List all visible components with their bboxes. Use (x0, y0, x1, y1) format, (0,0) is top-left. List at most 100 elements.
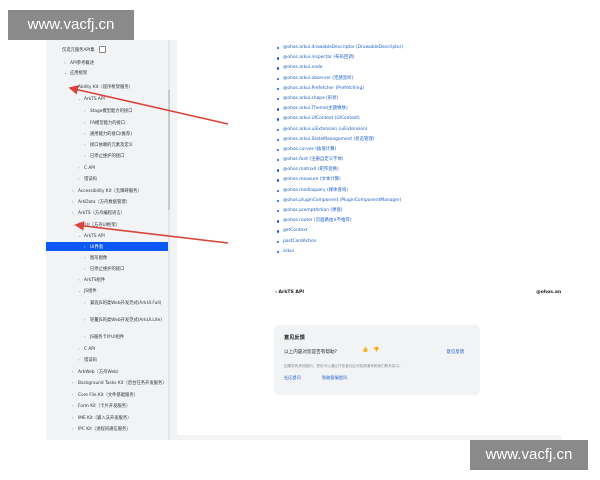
sidebar-item[interactable]: › 图形图像 (84, 253, 107, 262)
sidebar-item[interactable]: › ArkTS（方舟编程语言） (72, 208, 125, 217)
sidebar-item-label: JS组件 (84, 289, 97, 294)
sidebar-item[interactable]: › Stage模型能力的接口 (84, 106, 133, 115)
bullet-icon (277, 189, 280, 193)
sidebar-item-label: 已停止维护的接口 (90, 267, 125, 272)
api-link[interactable]: @ohos.curves (插值计算) (277, 145, 403, 155)
bullet-icon (277, 118, 280, 121)
thumbs-up-icon[interactable]: 👍 (362, 347, 368, 353)
api-link-label: @ohos.arkui.Theme(主题换肤) (283, 106, 348, 112)
api-link[interactable]: @ohos.arkui.observer (无感监听) (277, 74, 403, 84)
sidebar-item[interactable]: › 轻量JS的类Web开发范式(ArkUI.Lite) (84, 315, 162, 324)
page-nav: ‹ ArkTS API @ohos.anir (275, 288, 561, 298)
bullet-icon (277, 67, 280, 70)
sidebar-item[interactable]: ⌄ ArkTS API (78, 231, 105, 240)
sidebar-item[interactable]: › UI界面 (46, 242, 168, 251)
api-link-label: arkui (283, 248, 294, 254)
api-link[interactable]: @ohos.arkui.uiExtension (uiExtension) (277, 125, 403, 135)
sidebar-item[interactable]: › FA模型能力的接口 (84, 118, 125, 127)
sidebar-item[interactable]: › 接口依赖的元素及定义 (84, 140, 133, 149)
sidebar-item-label: 轻量JS的类Web开发范式(ArkUI.Lite) (90, 318, 162, 323)
sidebar-item[interactable]: › ArkWeb（方舟Web） (72, 367, 121, 376)
api-link-label: @ohos.arkui.observer (无感监听) (283, 75, 354, 81)
bullet-icon (277, 220, 280, 223)
doc-sidebar: 仅选元服务API集 › API参考概述 ⌄ 应用框架 ⌄ Ability Kit（程序框架… (46, 40, 171, 440)
sidebar-item[interactable]: › Core File Kit（文件基础服务） (72, 390, 138, 399)
sidebar-item-label: ArkUI（方舟UI框架） (78, 223, 120, 228)
sidebar-item-label: Background Tasks Kit（后台任务开发服务） (78, 381, 167, 386)
sidebar-item[interactable]: › 已停止维护的接口 (84, 264, 124, 273)
api-link-label: @ohos.arkui.inspector (布局回调) (283, 55, 355, 61)
sidebar-item[interactable]: ⌄ JS组件 (78, 286, 97, 295)
api-link[interactable]: @ohos.promptAction (弹窗) (277, 206, 403, 216)
sidebar-item[interactable]: ⌄ ArkTS API (78, 94, 105, 103)
api-link[interactable]: getContext (277, 226, 403, 236)
bullet-icon (277, 169, 280, 172)
prev-page-link[interactable]: ‹ ArkTS API (275, 288, 304, 298)
sidebar-item[interactable]: › IPC Kit（进程间通信服务） (72, 424, 131, 433)
sidebar-item[interactable]: ⌄ Ability Kit（程序框架服务） (72, 82, 133, 91)
sidebar-item-label: 接口依赖的元素及定义 (90, 143, 133, 148)
api-link[interactable]: @ohos.arkui.node (277, 63, 403, 73)
docs-screenshot: 仅选元服务API集 › API参考概述 ⌄ 应用框架 ⌄ Ability Kit（程序框架… (46, 40, 561, 440)
sidebar-item-label: 应用框架 (70, 71, 88, 76)
api-link[interactable]: @ohos.arkui.Prefetcher (Prefetching) (277, 84, 403, 94)
sidebar-scrollbar[interactable] (168, 40, 170, 440)
community-question-link[interactable]: 社区提问 (284, 375, 301, 381)
api-link[interactable]: @ohos.arkui.shape (形状) (277, 94, 403, 104)
sidebar-item-label: IME Kit（输入法开发服务） (78, 416, 132, 421)
sidebar-item[interactable]: › ArkTS组件 (78, 275, 105, 284)
sidebar-item[interactable]: ⌄ 应用框架 (64, 68, 87, 77)
api-link[interactable]: @ohos.arkui.inspector (布局回调) (277, 53, 403, 63)
sidebar-item-label: JS服务卡片UI组件 (90, 335, 125, 340)
api-link-label: @ohos.arkui.uiExtension (uiExtension) (283, 126, 368, 132)
scrollbar-thumb[interactable] (168, 90, 170, 210)
ai-support-link[interactable]: 智能客服提问 (322, 375, 347, 381)
api-link[interactable]: @ohos.router (页面路由)(不推荐) (277, 216, 403, 226)
api-link[interactable]: @ohos.arkui.Theme(主题换肤) (277, 104, 403, 114)
sidebar-item[interactable]: › 兼容JS的类Web开发范式(ArkUI.Full) (84, 298, 161, 307)
api-link[interactable]: @ohos.mediaquery (媒体查询) (277, 186, 403, 196)
api-link-label: @ohos.arkui.UIContext (UIContext) (283, 116, 360, 122)
api-link-label: @ohos.router (页面路由)(不推荐) (283, 218, 352, 224)
sidebar-item[interactable]: › Form Kit（卡片开发服务） (72, 401, 130, 410)
sidebar-item[interactable]: › Accessibility Kit（无障碍服务） (72, 186, 142, 195)
sidebar-item[interactable]: › JS服务卡片UI组件 (84, 332, 124, 341)
sidebar-item[interactable]: › ArkData（方舟数据管理） (72, 197, 130, 206)
sidebar-item-label: ArkTS API (84, 97, 105, 102)
sidebar-item[interactable]: › C API (78, 344, 95, 353)
bullet-icon (277, 159, 280, 162)
bullet-icon (277, 250, 280, 254)
sidebar-item[interactable]: › 通用能力的接口(推荐) (84, 129, 132, 138)
api-link[interactable]: @ohos.pluginComponent (PluginComponentMa… (277, 196, 403, 206)
feedback-question: 以上内容对您是否有帮助? (284, 350, 337, 355)
api-link[interactable]: @ohos.arkui.drawableDescriptor (Drawable… (277, 43, 403, 53)
api-link[interactable]: @ohos.arkui.StateManagement (状态管理) (277, 135, 403, 145)
sidebar-item[interactable]: › 错误码 (78, 355, 97, 364)
api-link[interactable]: @ohos.measure (文本计算) (277, 175, 403, 185)
api-link[interactable]: arkui (277, 247, 403, 257)
sidebar-item[interactable]: › C API (78, 163, 95, 172)
thumbs-down-icon[interactable]: 👎 (373, 347, 379, 353)
watermark-bottom: www.vacfj.cn (470, 440, 588, 470)
sidebar-item-label: 图形图像 (90, 256, 108, 261)
filter-toggle[interactable]: 仅选元服务API集 (62, 46, 106, 55)
api-link-label: @ohos.matrix4 (矩阵变换) (283, 167, 339, 173)
api-link-label: postCardAction (283, 238, 317, 244)
api-link[interactable]: @ohos.font (注册自定义字体) (277, 155, 403, 165)
api-link-label: @ohos.arkui.StateManagement (状态管理) (283, 136, 375, 142)
sidebar-item[interactable]: › Background Tasks Kit（后台任务开发服务） (72, 378, 167, 387)
sidebar-item-label: 错误码 (84, 358, 97, 363)
sidebar-item[interactable]: › IME Kit（输入法开发服务） (72, 413, 131, 422)
sidebar-item[interactable]: › 已停止维护的接口 (84, 151, 124, 160)
api-link[interactable]: @ohos.arkui.UIContext (UIContext) (277, 114, 403, 124)
sidebar-item[interactable]: › 错误码 (78, 174, 97, 183)
api-link[interactable]: @ohos.matrix4 (矩阵变换) (277, 165, 403, 175)
sidebar-item[interactable]: ⌄ ArkUI（方舟UI框架） (72, 220, 120, 229)
sidebar-item[interactable]: › API参考概述 (64, 58, 94, 67)
feedback-suggest-link[interactable]: 意见反馈 (446, 349, 464, 355)
api-link[interactable]: postCardAction (277, 237, 403, 247)
next-page-link[interactable]: @ohos.anir (536, 288, 561, 298)
sidebar-item-label: Form Kit（卡片开发服务） (78, 404, 131, 409)
filter-checkbox[interactable] (98, 46, 106, 53)
sidebar-item-label: 兼容JS的类Web开发范式(ArkUI.Full) (90, 301, 162, 306)
